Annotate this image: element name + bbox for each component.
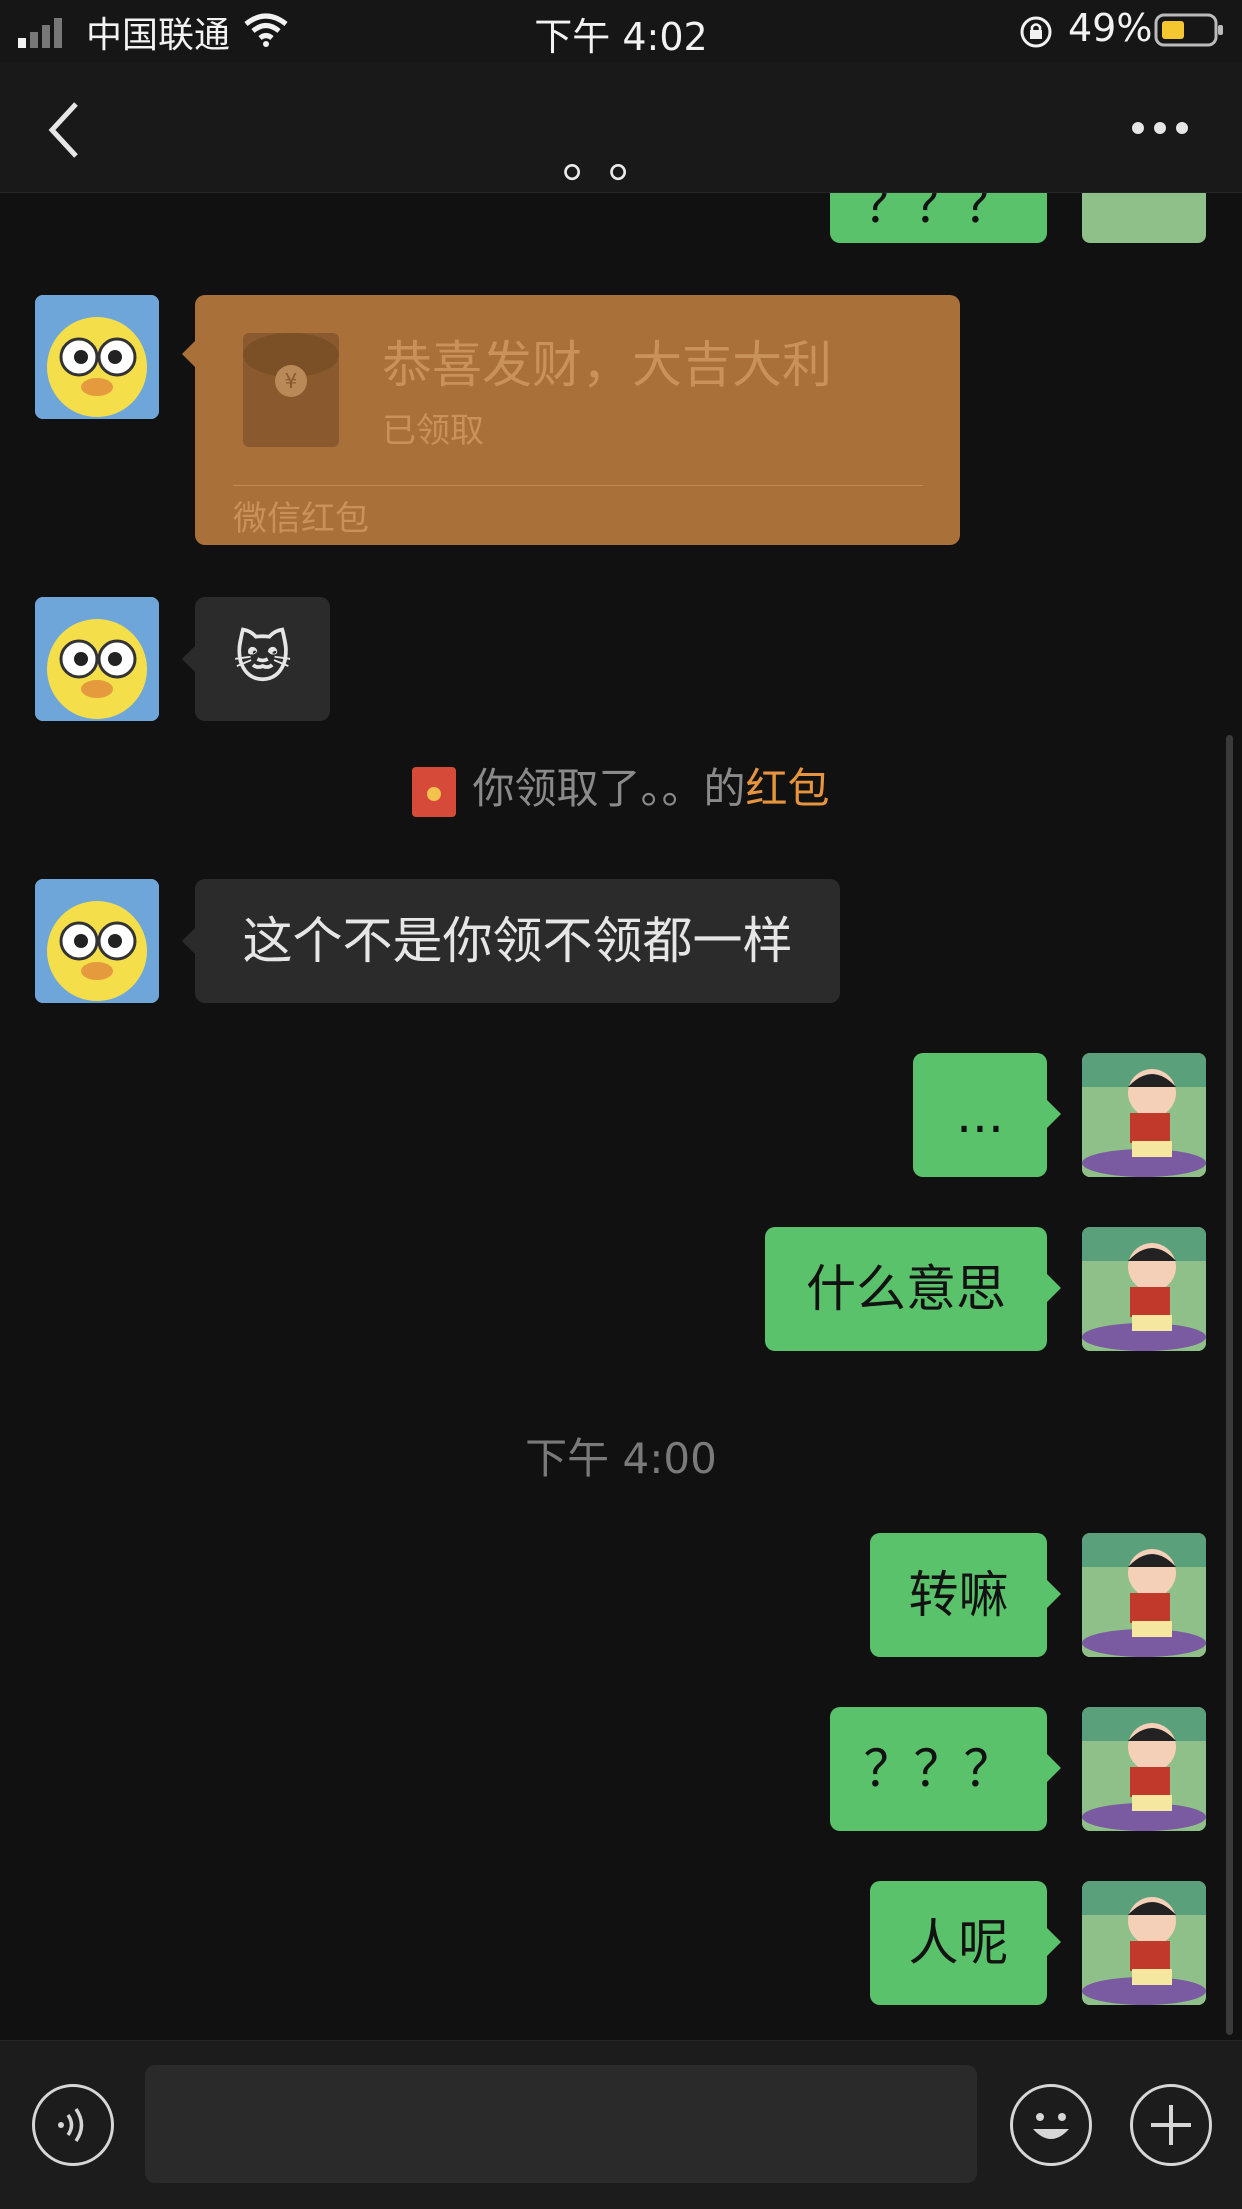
message-text: 人呢 <box>908 1914 1009 1972</box>
voice-button[interactable] <box>32 2084 114 2166</box>
bubble-tail <box>1047 1580 1061 1608</box>
message-text: ... <box>956 1086 1004 1144</box>
avatar-self[interactable] <box>1082 1227 1206 1351</box>
sticker-emoji: 🐱 <box>233 626 292 691</box>
message-text: ？？？ <box>863 1740 1014 1798</box>
avatar-self[interactable] <box>1082 1053 1206 1177</box>
red-packet-link[interactable]: 红包 <box>746 764 830 813</box>
avatar-contact[interactable] <box>35 597 159 721</box>
more-actions-button[interactable] <box>1130 2084 1212 2166</box>
red-packet-status: 已领取 <box>382 411 484 451</box>
message-bubble-outgoing[interactable]: 转嘛 <box>870 1533 1047 1657</box>
system-message: 你领取了。。的红包 <box>0 755 1242 817</box>
voice-icon <box>58 2108 84 2142</box>
status-bar: 中国联通 下午 4:02 49% <box>0 0 1242 62</box>
message-bubble-outgoing[interactable]: 什么意思 <box>765 1227 1047 1351</box>
bubble-tail <box>1047 1274 1061 1302</box>
message-bubble-outgoing[interactable]: 人呢 <box>870 1881 1047 2005</box>
chat-title: 。。 <box>561 130 680 190</box>
clock: 下午 4:02 <box>534 15 708 59</box>
boy-avatar-icon <box>1082 1053 1206 1177</box>
scroll-indicator <box>1226 735 1233 2035</box>
red-packet-icon <box>412 766 457 817</box>
bubble-tail <box>182 340 196 368</box>
bubble-tail <box>1047 1100 1061 1128</box>
red-packet-message[interactable]: ¥ 恭喜发财，大吉大利 已领取 微信红包 <box>195 295 960 545</box>
message-input[interactable] <box>145 2065 977 2183</box>
red-packet-label: 微信红包 <box>233 499 369 539</box>
message-text: 这个不是你领不领都一样 <box>242 912 793 970</box>
message-bubble-outgoing[interactable]: ？？？ <box>830 1707 1047 1831</box>
avatar-self[interactable] <box>1082 1881 1206 2005</box>
message-bubble-incoming[interactable]: 这个不是你领不领都一样 <box>195 879 840 1003</box>
battery-icon <box>1154 13 1223 47</box>
message-bubble-outgoing[interactable]: ... <box>913 1053 1047 1177</box>
message-text: 什么意思 <box>806 1260 1006 1318</box>
more-options-icon[interactable] <box>1130 120 1190 136</box>
boy-avatar-icon <box>1082 1707 1206 1831</box>
avatar-self[interactable] <box>1082 1707 1206 1831</box>
red-packet-divider <box>233 485 923 486</box>
avatar-contact[interactable] <box>35 879 159 1003</box>
battery-percentage: 49% <box>1068 6 1153 50</box>
boy-avatar-icon <box>1082 1533 1206 1657</box>
plus-icon <box>1151 2105 1191 2145</box>
duck-avatar-icon <box>35 295 159 419</box>
avatar-self[interactable] <box>1082 1533 1206 1657</box>
bubble-tail <box>1047 1754 1061 1782</box>
red-packet-title: 恭喜发财，大吉大利 <box>382 336 832 394</box>
boy-avatar-icon <box>1082 1227 1206 1351</box>
timestamp: 下午 4:00 <box>525 1434 717 1483</box>
bubble-tail <box>182 927 196 955</box>
smiley-icon <box>1033 2113 1069 2139</box>
boy-avatar-icon <box>1082 1881 1206 2005</box>
bubble-tail <box>1047 1928 1061 1956</box>
avatar-contact[interactable] <box>35 295 159 419</box>
sticker-message[interactable]: 🐱 <box>195 597 330 721</box>
nav-bar-content: 。。 <box>0 62 1242 192</box>
message-text: 转嘛 <box>908 1566 1009 1624</box>
input-bar <box>0 2040 1242 2209</box>
bubble-tail <box>182 645 196 673</box>
coin-icon: ¥ <box>275 365 307 397</box>
rotation-lock-icon <box>1020 16 1052 48</box>
duck-avatar-icon <box>35 879 159 1003</box>
system-text: 你领取了。。的 <box>472 764 746 813</box>
duck-avatar-icon <box>35 597 159 721</box>
emoji-button[interactable] <box>1010 2084 1092 2166</box>
